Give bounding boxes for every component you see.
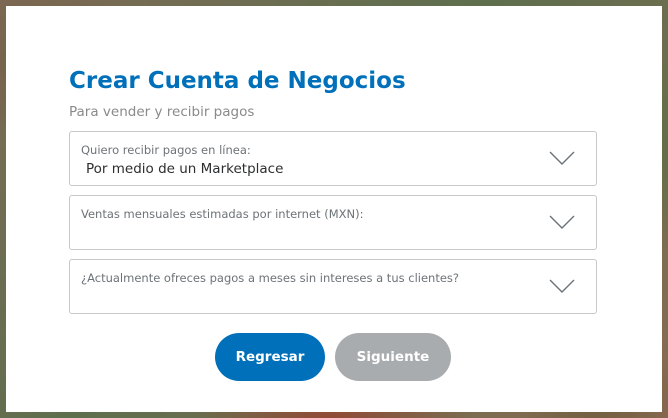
page-title: Crear Cuenta de Negocios [69, 68, 406, 94]
next-button[interactable]: Siguiente [335, 333, 451, 381]
select-label: Quiero recibir pagos en línea: [81, 143, 251, 157]
select-label: Ventas mensuales estimadas por internet … [81, 207, 364, 221]
select-value: Por medio de un Marketplace [86, 161, 284, 177]
page-subtitle: Para vender y recibir pagos [69, 104, 255, 120]
create-business-account-dialog: Crear Cuenta de Negocios Para vender y r… [6, 6, 662, 412]
chevron-down-icon [549, 215, 575, 229]
back-button[interactable]: Regresar [215, 333, 325, 381]
select-label: ¿Actualmente ofreces pagos a meses sin i… [81, 271, 460, 285]
payment-method-select[interactable]: Quiero recibir pagos en línea: Por medio… [69, 131, 597, 186]
chevron-down-icon [549, 151, 575, 165]
monthly-sales-select[interactable]: Ventas mensuales estimadas por internet … [69, 195, 597, 250]
chevron-down-icon [549, 279, 575, 293]
installments-select[interactable]: ¿Actualmente ofreces pagos a meses sin i… [69, 259, 597, 314]
